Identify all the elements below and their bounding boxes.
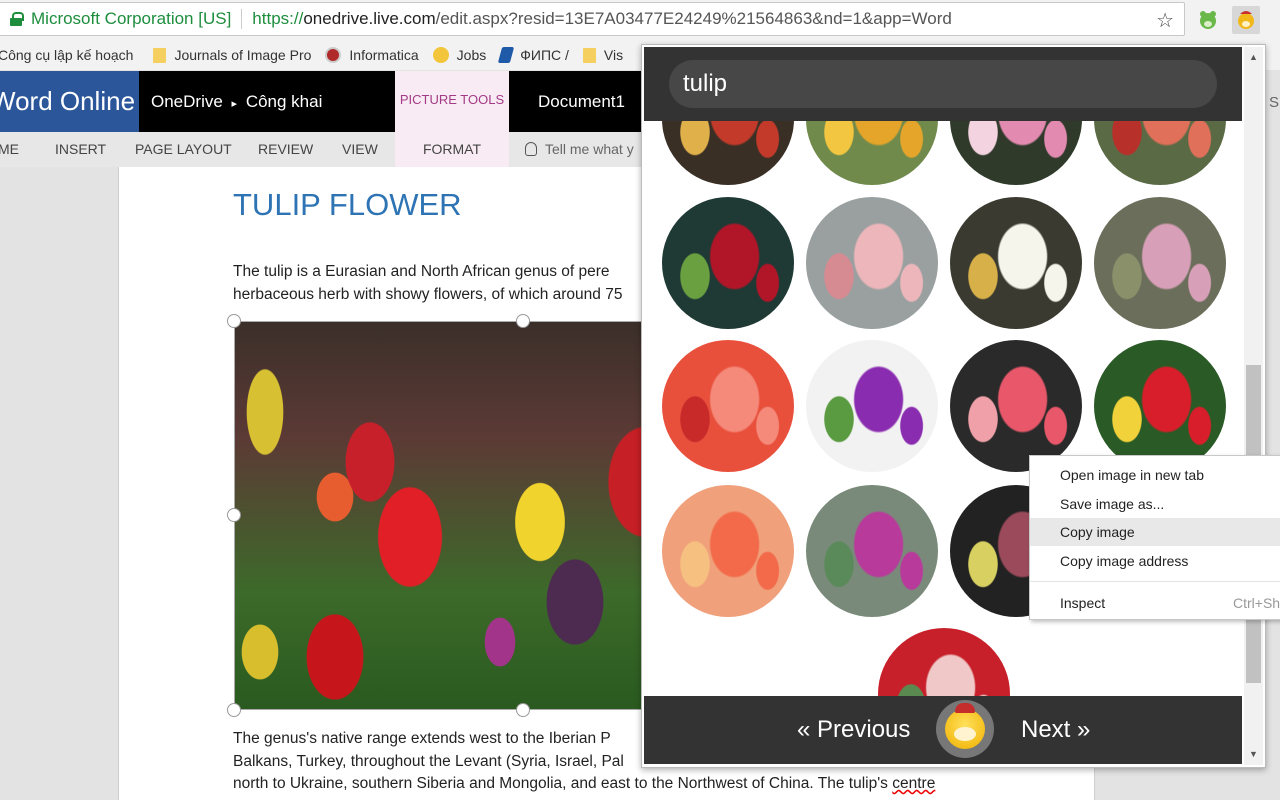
scroll-up-arrow-icon[interactable]: ▲ — [1244, 49, 1263, 66]
thumbnail-pink-tulip-on-black[interactable] — [950, 340, 1082, 472]
menu-inspect[interactable]: Inspect Ctrl+Sh — [1030, 589, 1280, 617]
browser-toolbar: Microsoft Corporation [US] https:// oned… — [0, 0, 1280, 40]
tab-format[interactable]: FORMAT — [395, 132, 509, 167]
resize-handle-top-left[interactable] — [227, 314, 241, 328]
misspelled-word[interactable]: centre — [892, 775, 935, 792]
breadcrumb-folder[interactable]: Công khai — [246, 92, 323, 111]
menu-open-image-new-tab[interactable]: Open image in new tab — [1030, 461, 1280, 489]
bookmark-planning-tools[interactable]: Công cụ lập kế hoạch — [0, 47, 133, 63]
breadcrumb-separator-icon: ▸ — [231, 98, 238, 110]
app-name: Word Online — [0, 86, 136, 116]
menu-save-image-as[interactable]: Save image as... — [1030, 490, 1280, 518]
bookmark-journals[interactable]: Journals of Image Pro — [153, 47, 311, 63]
thumbnail-grid — [642, 45, 1242, 767]
folder-icon — [582, 47, 596, 63]
informatica-icon — [325, 47, 342, 63]
security-org: Microsoft Corporation [US] — [31, 9, 232, 28]
right-pane-peek: S — [1269, 94, 1280, 111]
bookmark-label: Journals of Image Pro — [174, 47, 312, 63]
menu-inspect-shortcut: Ctrl+Sh — [1233, 595, 1280, 611]
bookmark-jobs[interactable]: Jobs — [432, 47, 487, 63]
green-bear-extension-icon[interactable] — [1194, 6, 1222, 34]
popup-footer: « Previous Next » — [644, 696, 1242, 764]
star-icon[interactable]: ☆ — [1156, 8, 1174, 33]
previous-button[interactable]: « Previous — [797, 696, 910, 764]
thumbnail-red-tulips-on-dark[interactable] — [662, 197, 794, 329]
ribbon-tabs: ME INSERT PAGE LAYOUT REVIEW VIEW FORMAT… — [0, 132, 660, 167]
thumbnail-magenta-tulips[interactable] — [806, 485, 938, 617]
tab-page-layout[interactable]: PAGE LAYOUT — [135, 132, 232, 167]
menu-copy-image[interactable]: Copy image — [1030, 518, 1280, 546]
address-bar[interactable]: Microsoft Corporation [US] https:// oned… — [0, 2, 1185, 36]
scroll-down-arrow-icon[interactable]: ▼ — [1244, 746, 1263, 763]
bookmark-label: Informatica — [349, 47, 419, 63]
thumbnail-white-tulips[interactable] — [950, 197, 1082, 329]
thumbnail-pink-tulip-closeup[interactable] — [806, 197, 938, 329]
tab-home[interactable]: ME — [0, 132, 19, 167]
resize-handle-middle-left[interactable] — [227, 508, 241, 522]
tab-view[interactable]: VIEW — [342, 132, 378, 167]
breadcrumb: OneDrive ▸ Công khai — [151, 71, 322, 135]
resize-handle-bottom-left[interactable] — [227, 703, 241, 717]
tell-me-box[interactable]: Tell me what y — [525, 132, 634, 167]
menu-divider — [1030, 581, 1280, 582]
bookmark-fips[interactable]: ФИПС / — [498, 47, 569, 63]
image-search-input[interactable] — [669, 60, 1217, 108]
document-title[interactable]: TULIP FLOWER — [233, 187, 462, 223]
bookmark-label: Jobs — [456, 47, 487, 63]
popup-header — [644, 47, 1242, 121]
url-path: /edit.aspx?resid=13E7A03477E24249%215648… — [435, 9, 952, 28]
folder-icon — [153, 47, 167, 63]
lightbulb-icon — [525, 142, 537, 156]
resize-handle-bottom-middle[interactable] — [516, 703, 530, 717]
jobs-icon — [432, 47, 449, 63]
paragraph-line: north to Ukraine, southern Siberia and M… — [233, 773, 935, 796]
bookmark-informatica[interactable]: Informatica — [325, 47, 419, 63]
menu-inspect-label: Inspect — [1060, 595, 1106, 611]
resize-handle-top-middle[interactable] — [516, 314, 530, 328]
url-domain: onedrive.live.com — [303, 9, 436, 28]
left-gutter — [0, 167, 118, 800]
thumbnail-pink-tulip-field[interactable] — [1094, 197, 1226, 329]
paragraph-line: The tulip is a Eurasian and North Africa… — [233, 263, 610, 280]
paragraph-line-text: north to Ukraine, southern Siberia and M… — [233, 775, 893, 792]
url-scheme: https:// — [252, 9, 304, 28]
image-search-popup: « Previous Next » ▲ ▼ — [641, 44, 1266, 768]
tulip-image[interactable] — [234, 321, 654, 710]
thumbnail-purple-tulip[interactable] — [806, 340, 938, 472]
bookmark-vis[interactable]: Vis — [582, 47, 624, 63]
bear-mascot-icon[interactable] — [936, 700, 994, 758]
bookmark-label: Vis — [603, 47, 624, 63]
paragraph-line: herbaceous herb with showy flowers, of w… — [233, 285, 623, 303]
lock-icon — [10, 12, 24, 26]
bookmark-label: Công cụ lập kế hoạch — [0, 47, 134, 63]
tell-me-text: Tell me what y — [545, 141, 634, 157]
yellow-bear-extension-icon[interactable] — [1232, 6, 1260, 34]
tab-insert[interactable]: INSERT — [55, 132, 106, 167]
document-name[interactable]: Document1 — [509, 71, 654, 132]
app-brand[interactable]: Word Online — [0, 71, 139, 132]
thumbnail-red-tulips-blur[interactable] — [662, 340, 794, 472]
context-menu: Open image in new tab Save image as... C… — [1029, 455, 1280, 620]
thumbnail-orange-tulip-field[interactable] — [662, 485, 794, 617]
picture-tools-label: PICTURE TOOLS — [395, 71, 509, 132]
bookmark-label: ФИПС / — [520, 47, 569, 63]
paragraph-1[interactable]: The tulip is a Eurasian and North Africa… — [233, 261, 622, 306]
bear-face — [945, 703, 985, 749]
menu-copy-image-address[interactable]: Copy image address — [1030, 547, 1280, 575]
breadcrumb-onedrive[interactable]: OneDrive — [151, 92, 223, 111]
next-button[interactable]: Next » — [1021, 696, 1090, 764]
tab-review[interactable]: REVIEW — [258, 132, 313, 167]
fips-icon — [498, 47, 515, 63]
word-header: Word Online OneDrive ▸ Công khai PICTURE… — [0, 71, 660, 132]
thumbnail-mixed-tulips[interactable] — [1094, 340, 1226, 472]
address-divider — [241, 9, 243, 29]
popup-scrollbar[interactable]: ▲ ▼ — [1244, 47, 1263, 765]
